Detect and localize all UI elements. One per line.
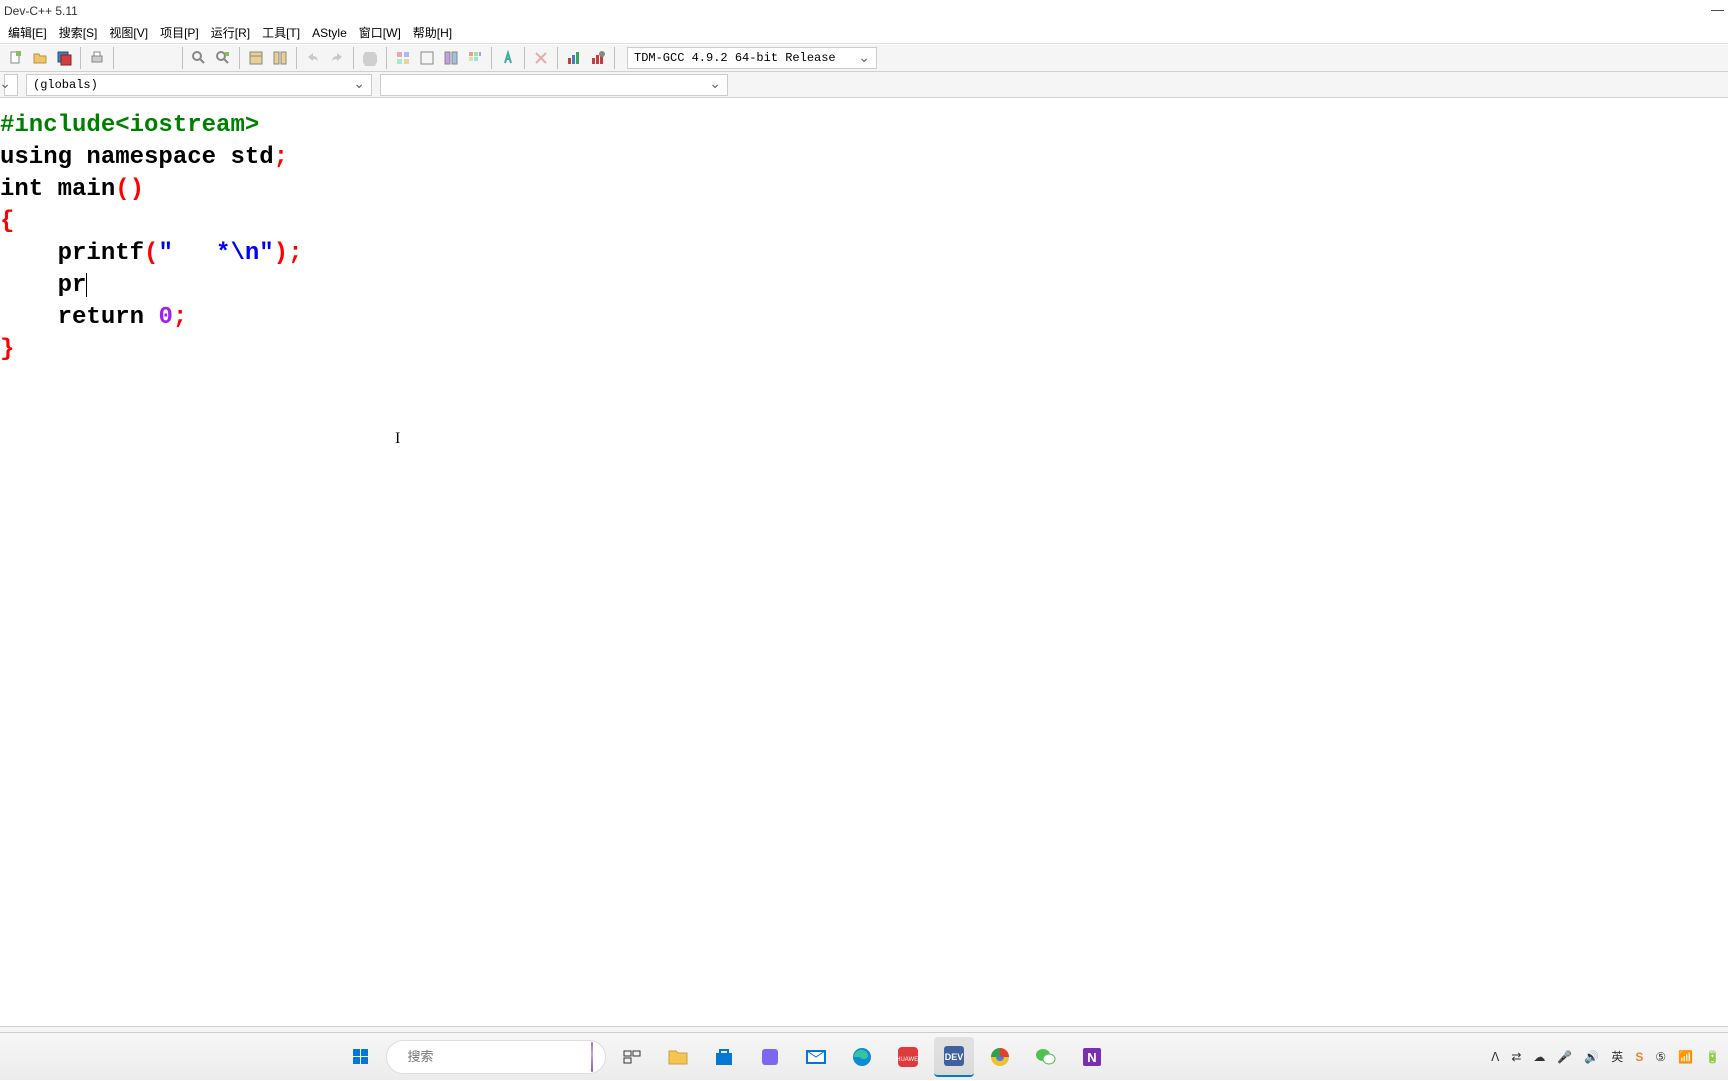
store-icon[interactable] [704,1037,744,1077]
replace-icon[interactable] [212,47,234,69]
rebuild-icon[interactable] [464,47,486,69]
start-button[interactable] [340,1037,380,1077]
tray-ime2[interactable]: ⑤ [1655,1050,1666,1064]
menu-run[interactable]: 运行[R] [205,22,256,43]
system-tray: ᐱ ⇄ ☁ 🎤 🔊 英 S ⑤ 📶 🔋 [1491,1033,1720,1081]
tray-volume-icon[interactable]: 🔊 [1584,1050,1599,1064]
menu-edit[interactable]: 编辑[E] [2,22,53,43]
find-icon[interactable] [188,47,210,69]
undo-icon [302,47,324,69]
taskbar-search[interactable] [386,1040,606,1074]
new-file-icon[interactable] [5,47,27,69]
print-icon[interactable] [86,47,108,69]
profile2-icon[interactable] [587,47,609,69]
tray-chevron-icon[interactable]: ᐱ [1491,1050,1499,1064]
menu-view[interactable]: 视图[V] [103,22,154,43]
windows-taskbar: HUAWEI DEV N ᐱ ⇄ ☁ 🎤 🔊 英 S ⑤ 📶 🔋 [0,1032,1728,1080]
minimize-button[interactable]: — [1711,2,1724,17]
windows-icon [353,1049,368,1064]
layout1-icon[interactable] [245,47,267,69]
debug-icon[interactable] [497,47,519,69]
menubar: 编辑[E] 搜索[S] 视图[V] 项目[P] 运行[R] 工具[T] ASty… [0,22,1728,44]
redo-icon [326,47,348,69]
search-input[interactable] [407,1049,583,1064]
toolbar: TDM-GCC 4.9.2 64-bit Release [0,44,1728,72]
edge-icon[interactable] [842,1037,882,1077]
wechat-icon[interactable] [1026,1037,1066,1077]
members-combo[interactable] [380,74,728,96]
menu-window[interactable]: 窗口[W] [353,22,407,43]
tray-ime[interactable]: 英 [1611,1048,1623,1065]
svg-text:HUAWEI: HUAWEI [896,1057,920,1063]
search-decoration [591,1042,593,1072]
profile-icon[interactable] [563,47,585,69]
compile-run-icon[interactable] [440,47,462,69]
menu-project[interactable]: 项目[P] [154,22,205,43]
svg-text:N: N [1087,1050,1096,1065]
class-browser-bar: (globals) [0,72,1728,98]
explorer-icon[interactable] [658,1037,698,1077]
chrome-icon[interactable] [980,1037,1020,1077]
abort-icon [530,47,552,69]
app-title: Dev-C++ 5.11 [4,4,78,18]
code-area[interactable]: #include<iostream> using namespace std; … [0,98,1728,366]
menu-search[interactable]: 搜索[S] [53,22,104,43]
layout2-icon[interactable] [269,47,291,69]
task-view-icon[interactable] [612,1037,652,1077]
compiler-select[interactable]: TDM-GCC 4.9.2 64-bit Release [627,47,877,69]
run-icon[interactable] [416,47,438,69]
compile-icon[interactable] [392,47,414,69]
text-cursor [86,273,87,297]
app-misc-icon[interactable] [750,1037,790,1077]
tray-wifi-icon[interactable]: 📶 [1678,1050,1693,1064]
mail-icon[interactable] [796,1037,836,1077]
tray-mic-icon[interactable]: 🎤 [1557,1050,1572,1064]
devcpp-icon[interactable]: DEV [934,1037,974,1077]
class-combo[interactable] [4,74,18,96]
code-editor[interactable]: #include<iostream> using namespace std; … [0,98,1728,1024]
stop-icon [359,47,381,69]
tray-onedrive-icon[interactable]: ☁ [1533,1050,1545,1064]
open-file-icon[interactable] [29,47,51,69]
huawei-icon[interactable]: HUAWEI [888,1037,928,1077]
menu-tools[interactable]: 工具[T] [256,22,306,43]
onenote-icon[interactable]: N [1072,1037,1112,1077]
mouse-i-beam-cursor: I [395,430,400,448]
window-controls: — [1711,2,1724,17]
tray-sogou-icon[interactable]: S [1635,1050,1643,1064]
tray-battery-icon[interactable]: 🔋 [1705,1050,1720,1064]
menu-astyle[interactable]: AStyle [306,24,353,42]
tray-sync-icon[interactable]: ⇄ [1511,1050,1521,1064]
svg-text:DEV: DEV [945,1052,964,1062]
titlebar: Dev-C++ 5.11 — [0,0,1728,22]
menu-help[interactable]: 帮助[H] [407,22,458,43]
globals-combo[interactable]: (globals) [26,74,372,96]
save-all-icon[interactable] [53,47,75,69]
